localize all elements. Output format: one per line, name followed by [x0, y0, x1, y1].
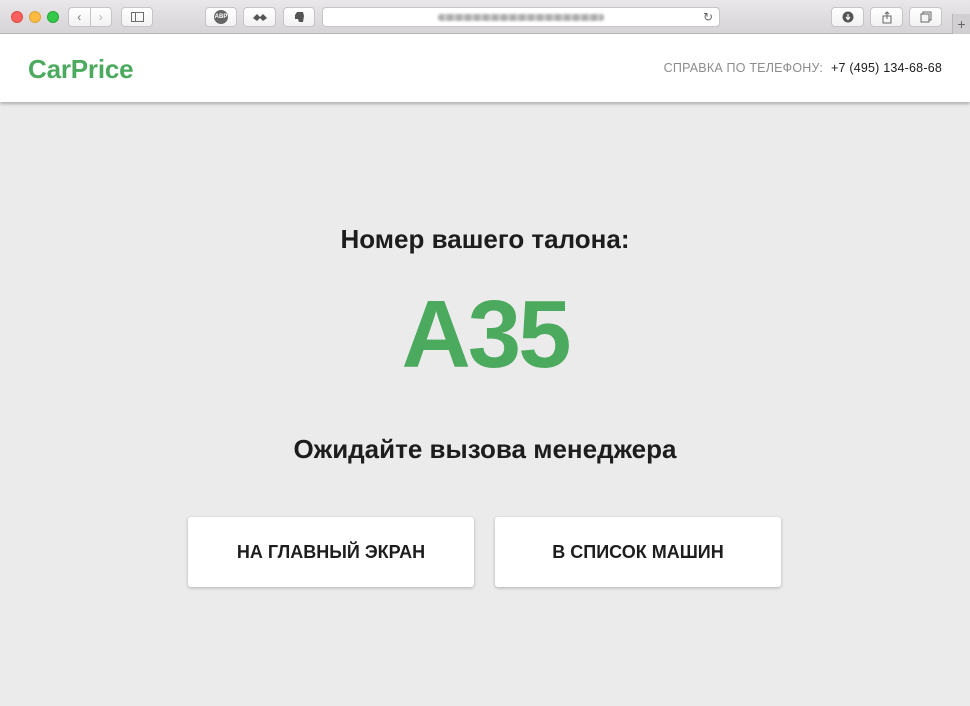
car-list-button[interactable]: В СПИСОК МАШИН	[495, 517, 781, 587]
evernote-icon	[295, 12, 304, 22]
downloads-button[interactable]	[831, 7, 864, 27]
reload-icon[interactable]: ↻	[703, 10, 713, 24]
url-text-blurred	[438, 13, 604, 21]
wait-message: Ожидайте вызова менеджера	[293, 434, 677, 464]
share-icon	[882, 10, 891, 23]
adblock-icon: ABP	[214, 10, 228, 24]
phone-number[interactable]: +7 (495) 134-68-68	[831, 61, 942, 75]
ticket-number: A35	[401, 281, 571, 388]
close-window-button[interactable]	[11, 11, 23, 23]
phone-info: СПРАВКА ПО ТЕЛЕФОНУ: +7 (495) 134-68-68	[664, 61, 942, 75]
share-button[interactable]	[870, 7, 903, 27]
tabs-overview-button[interactable]	[909, 7, 942, 27]
extension-icon	[252, 14, 267, 21]
zoom-window-button[interactable]	[47, 11, 59, 23]
home-screen-button[interactable]: НА ГЛАВНЫЙ ЭКРАН	[188, 517, 474, 587]
browser-toolbar: ‹ › ABP ↻ +	[0, 0, 970, 34]
carprice-logo[interactable]: CarPrice	[28, 54, 134, 85]
site-header: CarPrice СПРАВКА ПО ТЕЛЕФОНУ: +7 (495) 1…	[0, 34, 970, 102]
tabs-icon	[920, 11, 931, 23]
address-bar[interactable]: ↻	[322, 7, 720, 27]
plus-icon[interactable]: +	[952, 14, 970, 34]
download-icon	[842, 11, 853, 23]
sidebar-icon	[130, 12, 144, 22]
ticket-title: Номер вашего талона:	[340, 224, 630, 254]
history-nav-group: ‹ ›	[68, 7, 112, 27]
main-content: Номер вашего талона: A35 Ожидайте вызова…	[0, 102, 970, 706]
extension-button[interactable]	[243, 7, 276, 27]
chevron-left-icon[interactable]: ‹	[69, 11, 90, 23]
sidebar-toggle-button[interactable]	[121, 7, 153, 27]
phone-label: СПРАВКА ПО ТЕЛЕФОНУ:	[663, 61, 824, 75]
adblock-button[interactable]: ABP	[205, 7, 237, 27]
chevron-right-icon[interactable]: ›	[90, 11, 111, 23]
evernote-button[interactable]	[283, 7, 315, 27]
minimize-window-button[interactable]	[29, 11, 41, 23]
